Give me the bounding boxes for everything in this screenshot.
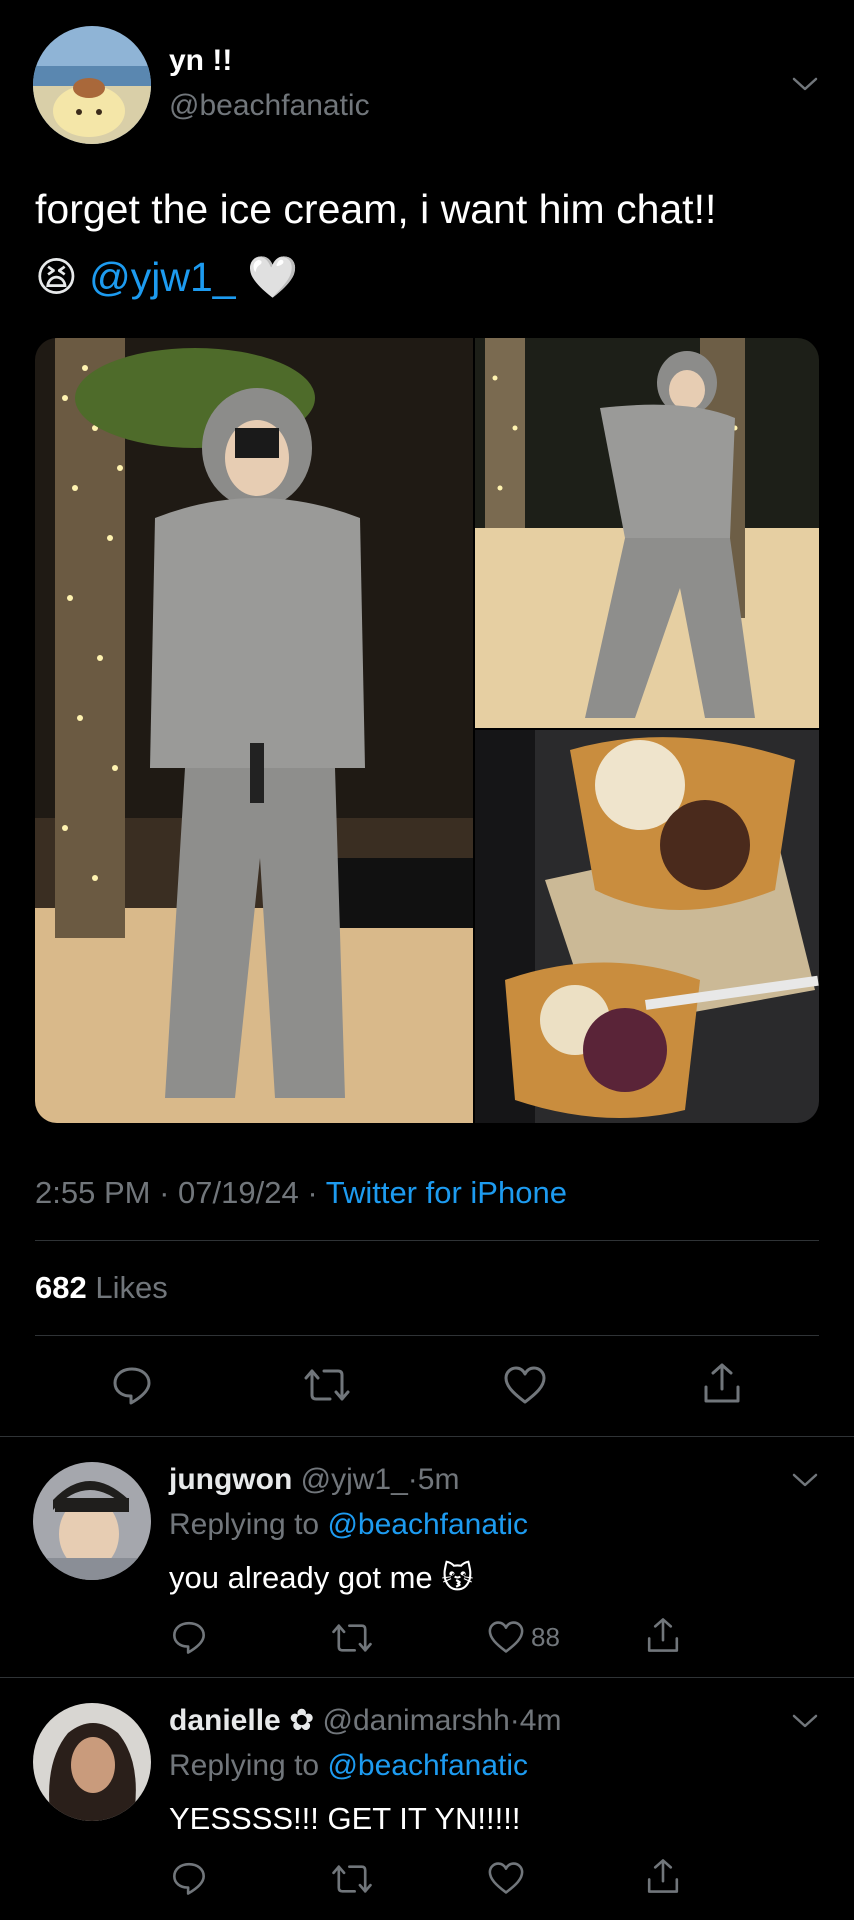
- divider: [35, 1335, 819, 1336]
- reply-icon[interactable]: [170, 1618, 208, 1656]
- replying-to-handle[interactable]: @beachfanatic: [327, 1508, 528, 1541]
- reply-avatar[interactable]: [33, 1703, 151, 1821]
- like-icon[interactable]: [487, 1861, 525, 1895]
- reply-icon[interactable]: [170, 1859, 208, 1897]
- meta-separator: ·: [159, 1175, 170, 1210]
- flower-glyph: ✿: [289, 1704, 315, 1737]
- reply-author-handle[interactable]: @yjw1_: [301, 1463, 408, 1496]
- media-photo-1[interactable]: [35, 338, 473, 1123]
- tweet-time: 2:55 PM: [35, 1175, 151, 1210]
- tweet-text: forget the ice cream, i want him chat!!: [35, 186, 717, 232]
- tweet-source-link[interactable]: Twitter for iPhone: [326, 1175, 567, 1210]
- author-display-name[interactable]: yn !!: [169, 44, 232, 78]
- replying-to-prefix: Replying to: [169, 1508, 320, 1541]
- likes-count: 682: [35, 1270, 87, 1305]
- reply-header: jungwon @yjw1_·5m: [169, 1462, 459, 1498]
- reply-header: danielle ✿ @danimarshh·4m: [169, 1703, 561, 1739]
- tweet-meta: 2:55 PM · 07/19/24 · Twitter for iPhone: [35, 1175, 567, 1211]
- chevron-down-icon[interactable]: [792, 76, 818, 97]
- likes-summary[interactable]: 682 Likes: [35, 1270, 168, 1306]
- reply-time: 4m: [519, 1704, 562, 1737]
- like-count: 88: [531, 1621, 560, 1652]
- divider: [0, 1436, 854, 1437]
- white-heart-emoji: 🤍: [247, 254, 299, 300]
- share-icon[interactable]: [644, 1857, 682, 1895]
- likes-label: Likes: [95, 1270, 168, 1305]
- tweet-text-line2: 😫 @yjw1_ 🤍: [35, 252, 298, 302]
- divider: [35, 1240, 819, 1241]
- meta-separator: ·: [307, 1175, 318, 1210]
- like-icon: [487, 1620, 525, 1654]
- replying-to: Replying to @beachfanatic: [169, 1507, 528, 1543]
- reply-author-name[interactable]: jungwon: [169, 1463, 292, 1496]
- media-photo-2[interactable]: [475, 338, 819, 728]
- media-grid[interactable]: [35, 338, 819, 1123]
- mention-link[interactable]: @yjw1_: [89, 254, 235, 300]
- author-avatar[interactable]: [33, 26, 151, 144]
- meta-separator: ·: [509, 1704, 520, 1737]
- like-button[interactable]: 88: [487, 1620, 560, 1654]
- retweet-icon[interactable]: [302, 1365, 352, 1405]
- media-photo-3[interactable]: [475, 730, 819, 1123]
- chevron-down-icon[interactable]: [792, 1713, 818, 1734]
- kissing-cat-emoji: 😽: [441, 1560, 474, 1595]
- reply-icon[interactable]: [110, 1363, 154, 1407]
- reply-text-row: you already got me 😽: [169, 1558, 474, 1598]
- reply-avatar[interactable]: [33, 1462, 151, 1580]
- share-icon[interactable]: [700, 1361, 744, 1405]
- replying-to-prefix: Replying to: [169, 1749, 320, 1782]
- replying-to: Replying to @beachfanatic: [169, 1748, 528, 1784]
- retweet-icon[interactable]: [330, 1620, 374, 1656]
- chevron-down-icon[interactable]: [792, 1472, 818, 1493]
- divider: [0, 1677, 854, 1678]
- replying-to-handle[interactable]: @beachfanatic: [327, 1749, 528, 1782]
- reply-text: you already got me: [169, 1560, 433, 1595]
- reply-time: 5m: [417, 1463, 460, 1496]
- reply-author-name[interactable]: danielle: [169, 1704, 281, 1737]
- tweet-date: 07/19/24: [178, 1175, 299, 1210]
- author-handle[interactable]: @beachfanatic: [169, 89, 370, 123]
- retweet-icon[interactable]: [330, 1861, 374, 1897]
- share-icon[interactable]: [644, 1616, 682, 1654]
- like-icon[interactable]: [503, 1365, 547, 1405]
- reply-text: YESSSS!!! GET IT YN!!!!!: [169, 1801, 521, 1836]
- meta-separator: ·: [407, 1463, 418, 1496]
- reply-author-handle[interactable]: @danimarshh: [323, 1704, 510, 1737]
- tired-face-emoji: 😫: [35, 254, 78, 300]
